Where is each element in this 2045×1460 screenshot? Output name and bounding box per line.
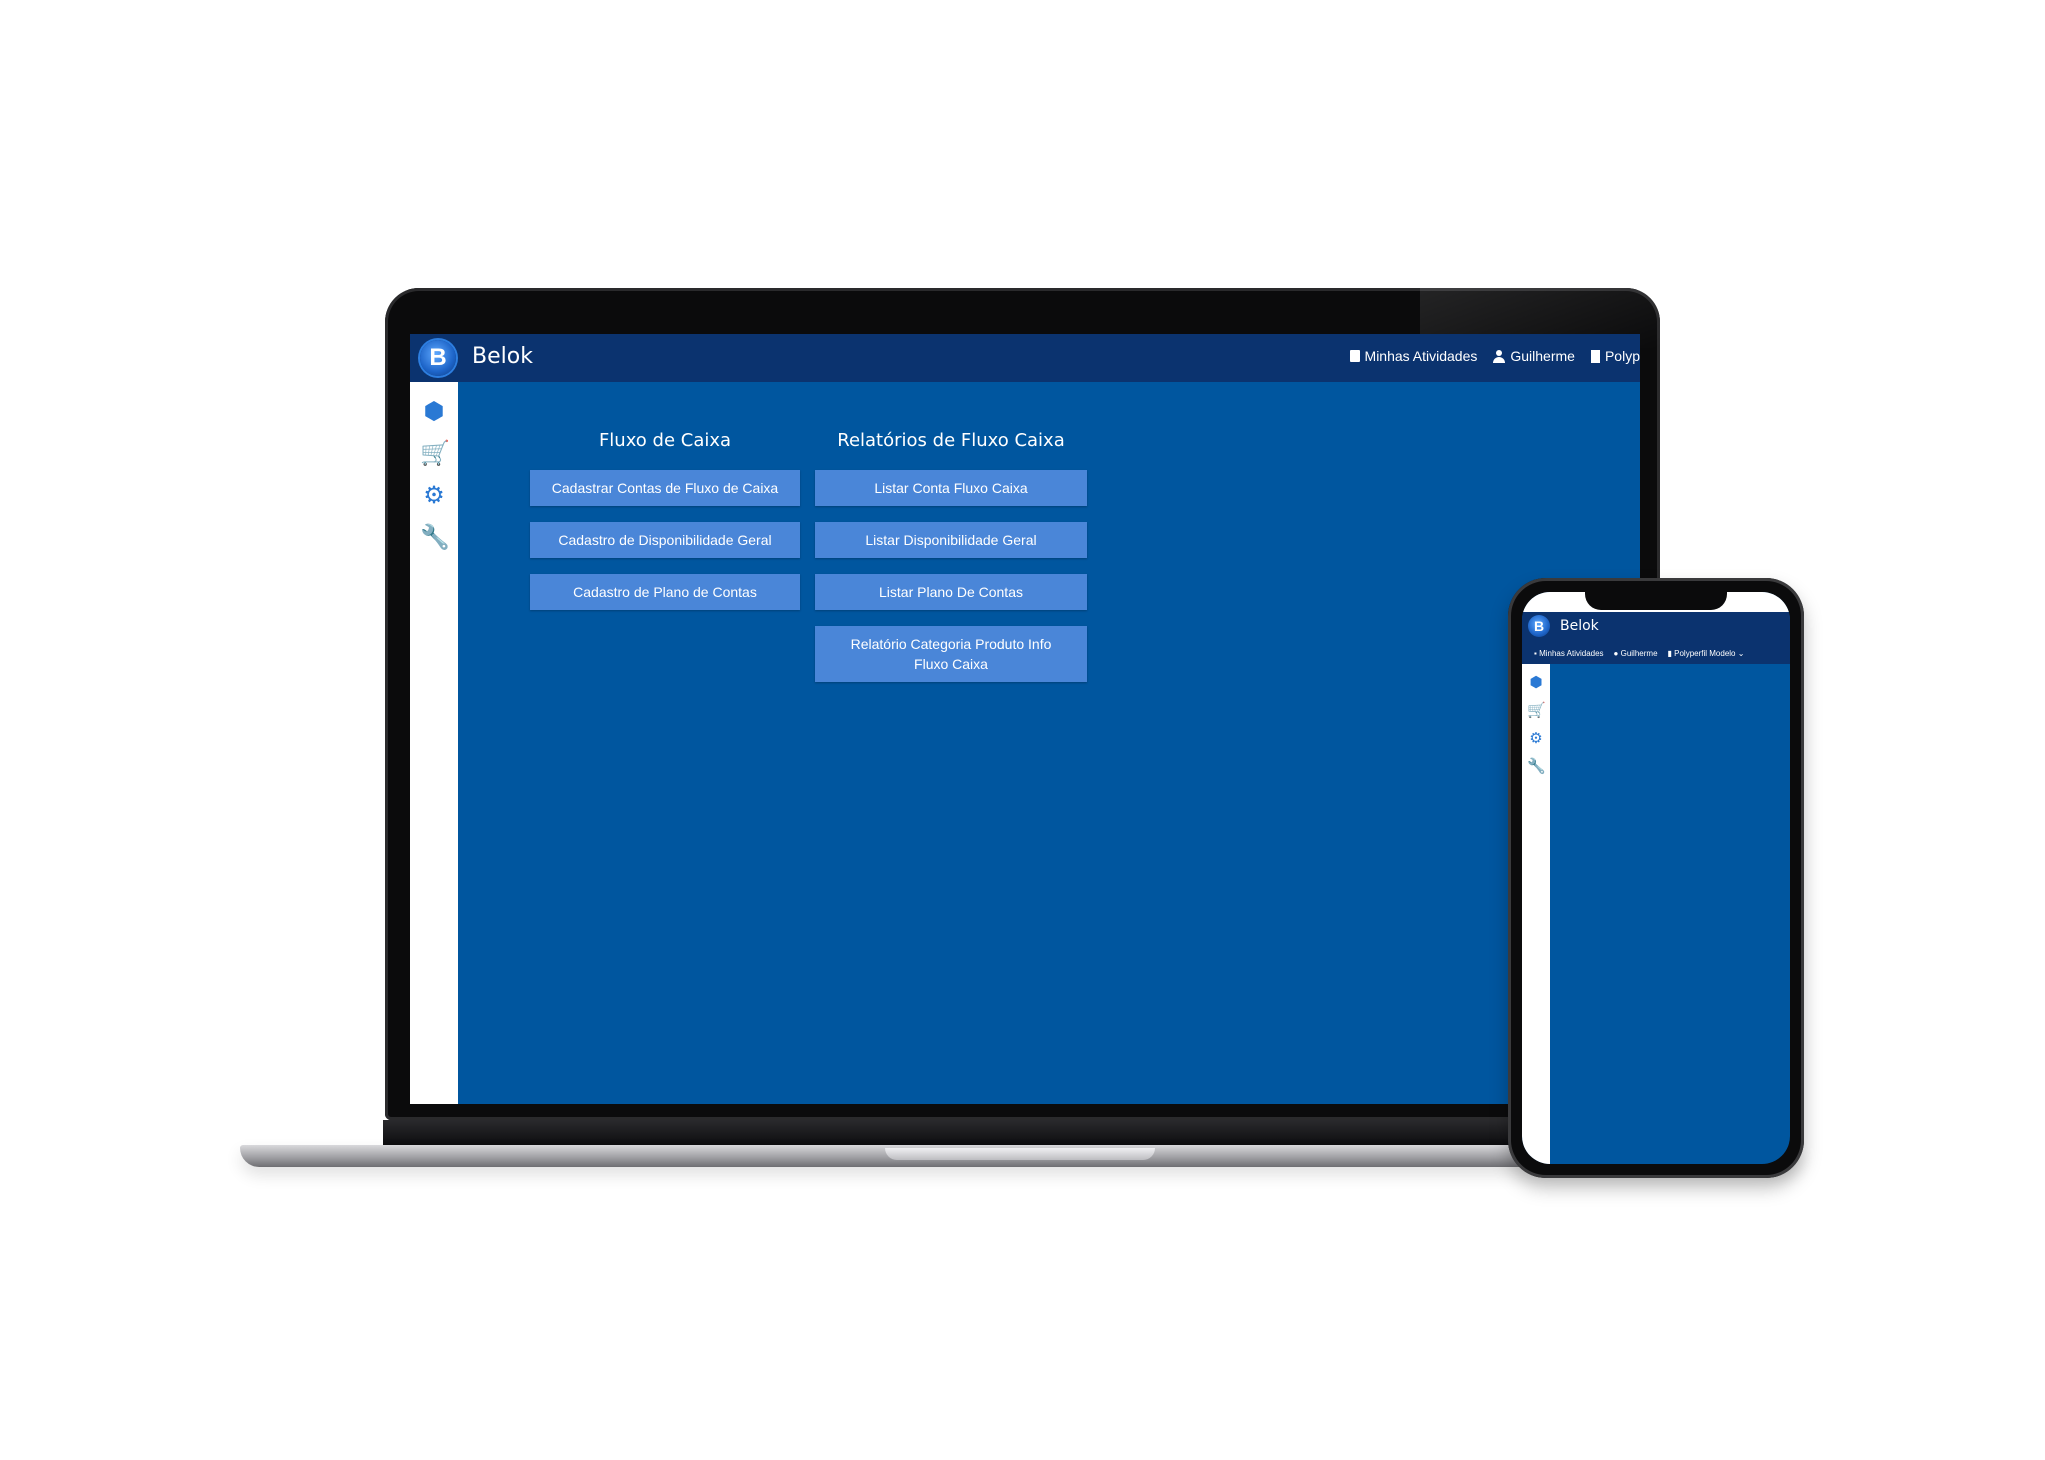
building-icon — [1590, 349, 1600, 363]
chevron-down-icon: ⌄ — [1737, 648, 1745, 658]
laptop-screen: B Belok Minhas Atividades Guilherme Poly… — [410, 334, 1640, 1104]
relatorios-title: Relatórios de Fluxo Caixa — [837, 430, 1065, 451]
phone-company-label: Polyperfil Modelo — [1674, 648, 1736, 658]
phone-user-link[interactable]: ● Guilherme — [1614, 649, 1658, 658]
phone-cubes-icon[interactable]: ⬢ — [1527, 674, 1545, 692]
phone-belok-logo[interactable]: B — [1528, 615, 1550, 637]
activities-icon — [1349, 350, 1360, 362]
phone-brand-name[interactable]: Belok — [1560, 618, 1599, 634]
listar-disponibilidade-button[interactable]: Listar Disponibilidade Geral — [815, 522, 1087, 558]
user-icon — [1493, 349, 1506, 363]
cubes-icon[interactable]: ⬢ — [420, 398, 448, 426]
fluxo-caixa-title: Fluxo de Caixa — [598, 430, 732, 451]
cart-icon[interactable]: 🛒 — [420, 440, 450, 468]
activities-label: Minhas Atividades — [1364, 348, 1478, 364]
phone-notch — [1585, 590, 1727, 610]
laptop-trackpad-notch — [885, 1148, 1155, 1160]
cadastro-disponibilidade-button[interactable]: Cadastro de Disponibilidade Geral — [530, 522, 800, 558]
wrench-icon[interactable]: 🔧 — [420, 524, 450, 552]
cadastro-plano-contas-button[interactable]: Cadastro de Plano de Contas — [530, 574, 800, 610]
cadastrar-contas-fluxo-button[interactable]: Cadastrar Contas de Fluxo de Caixa — [530, 470, 800, 506]
phone-wrench-icon[interactable]: 🔧 — [1527, 758, 1546, 776]
gears-icon[interactable]: ⚙ — [420, 482, 448, 510]
listar-plano-contas-button[interactable]: Listar Plano De Contas — [815, 574, 1087, 610]
header-links: Minhas Atividades Guilherme Polyp — [1349, 348, 1640, 364]
phone-activities-link[interactable]: ▪ Minhas Atividades — [1534, 649, 1604, 658]
phone-cart-icon[interactable]: 🛒 — [1527, 702, 1546, 720]
user-label: Guilherme — [1510, 348, 1575, 364]
phone-header-links: ▪ Minhas Atividades ● Guilherme ▮ Polype… — [1522, 642, 1790, 664]
relatorio-categoria-button[interactable]: Relatório Categoria Produto Info Fluxo C… — [815, 626, 1087, 682]
belok-logo[interactable]: B — [420, 340, 456, 376]
company-label: Polyp — [1604, 348, 1640, 364]
app-header: B Belok Minhas Atividades Guilherme Poly… — [410, 334, 1640, 382]
phone-sidebar: ⬢ 🛒 ⚙ 🔧 — [1522, 664, 1550, 1164]
user-link[interactable]: Guilherme — [1493, 348, 1575, 364]
activities-link[interactable]: Minhas Atividades — [1349, 348, 1478, 364]
laptop-hinge — [383, 1120, 1661, 1146]
phone-activities-label: Minhas Atividades — [1539, 648, 1604, 658]
sidebar: ⬢ 🛒 ⚙ 🔧 — [410, 382, 458, 1104]
company-link[interactable]: Polyp — [1590, 348, 1640, 364]
phone-user-label: Guilherme — [1620, 648, 1658, 658]
phone-screen: B Belok ▪ Minhas Atividades ● Guilherme … — [1522, 592, 1790, 1164]
phone-gears-icon[interactable]: ⚙ — [1527, 730, 1545, 748]
phone-app-header: B Belok — [1522, 612, 1790, 642]
phone-company-link[interactable]: ▮ Polyperfil Modelo ⌄ — [1668, 649, 1745, 658]
brand-name[interactable]: Belok — [472, 344, 533, 369]
listar-conta-fluxo-button[interactable]: Listar Conta Fluxo Caixa — [815, 470, 1087, 506]
